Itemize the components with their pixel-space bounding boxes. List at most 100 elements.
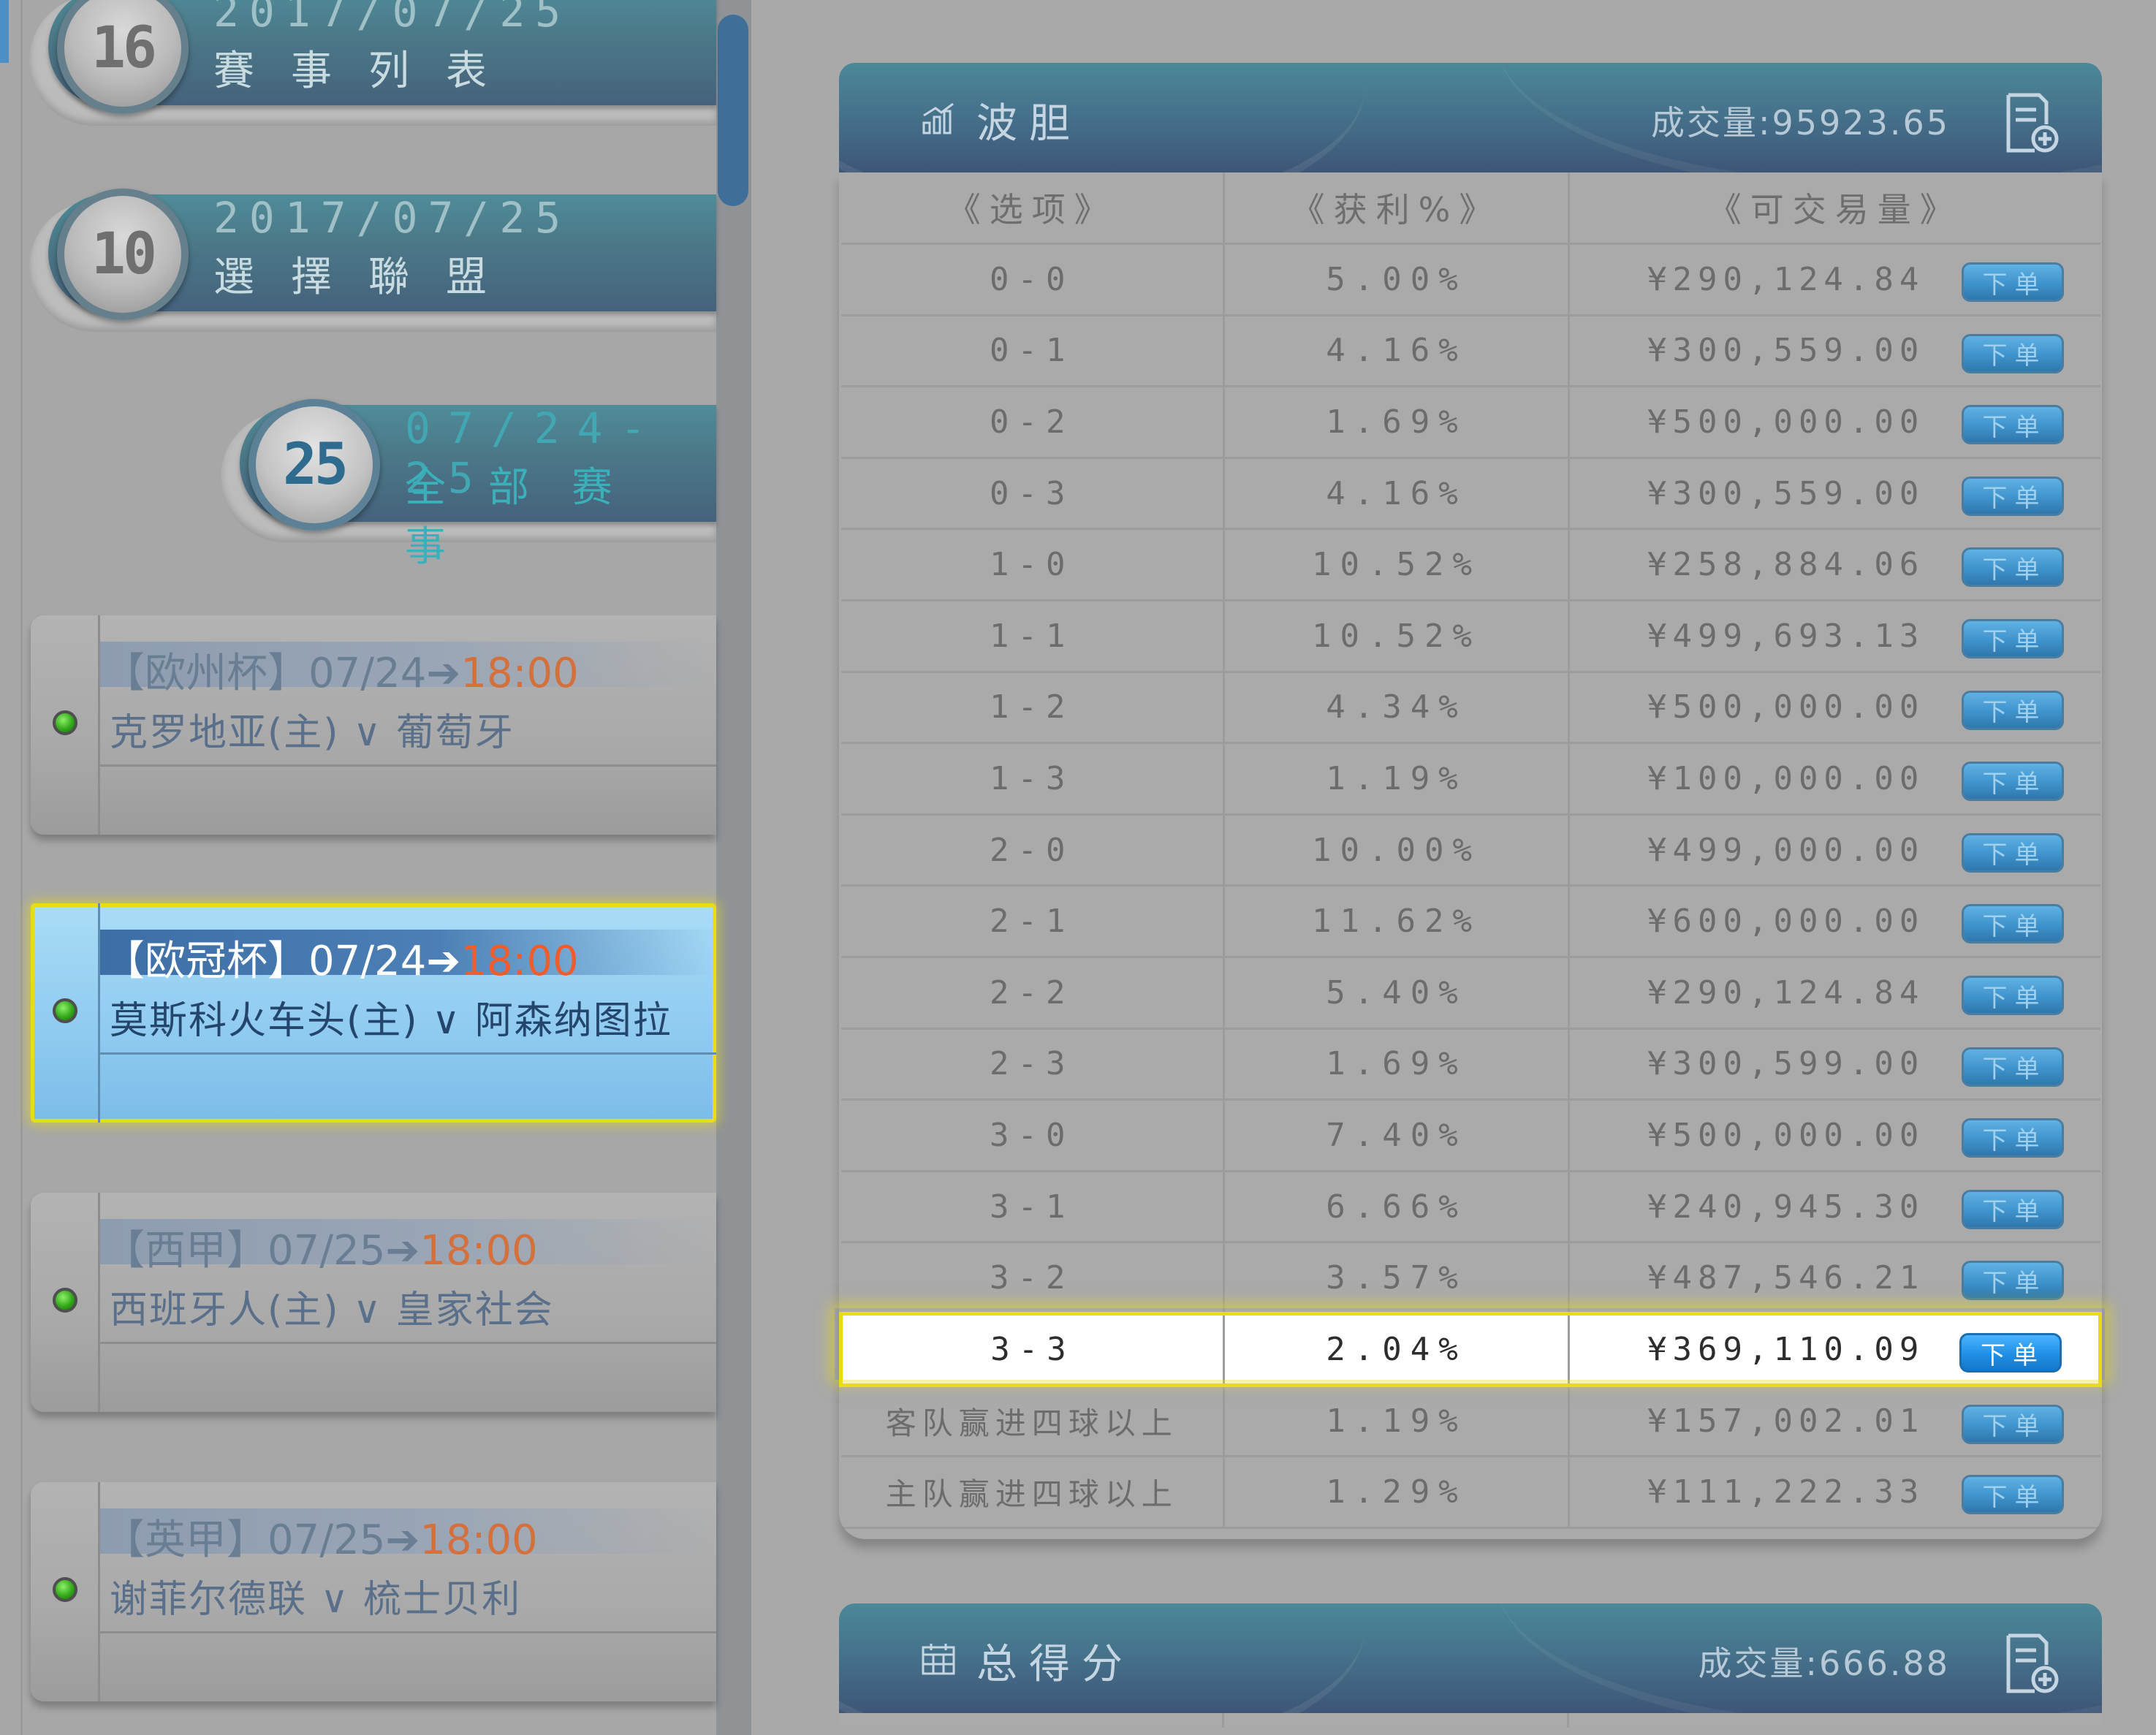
- table-row[interactable]: 1-0 10.52% ¥258,884.06 下单: [840, 528, 2100, 602]
- tradable-volume: ¥290,124.84: [1647, 973, 1925, 1011]
- panel-title: 波胆: [976, 100, 1082, 148]
- add-document-icon[interactable]: [2003, 92, 2060, 153]
- tradable-volume: ¥300,599.00: [1647, 1045, 1925, 1083]
- match-teams: 克罗地亚(主) ∨ 葡萄牙: [110, 711, 515, 755]
- status-dot-icon: [53, 1288, 77, 1313]
- table-header-row: 《选项》 《获利%》 《可交易量》: [840, 172, 2100, 246]
- scrollbar-thumb[interactable]: [718, 15, 748, 206]
- profit-percent: 1.19%: [1223, 1385, 1570, 1458]
- tradable-volume-cell: ¥600,000.00 下单: [1568, 885, 2100, 959]
- panel-volume: 成交量:95923.65: [1651, 103, 1950, 143]
- column-header-option: 《选项》: [840, 172, 1225, 246]
- table-row[interactable]: 1-1 10.52% ¥499,693.13 下单: [840, 600, 2100, 673]
- tradable-volume: ¥290,124.84: [1647, 260, 1925, 298]
- sidebar-tick: [0, 0, 9, 63]
- score-option: 客队赢进四球以上: [840, 1385, 1225, 1458]
- pill-date: 2017/07/25: [213, 0, 572, 37]
- match-teams: 西班牙人(主) ∨ 皇家社会: [110, 1288, 554, 1332]
- profit-percent: 5.40%: [1223, 957, 1570, 1030]
- profit-percent: 6.66%: [1223, 1171, 1570, 1244]
- match-time: 18:00: [420, 1227, 538, 1275]
- place-order-button[interactable]: 下单: [1961, 547, 2064, 588]
- pill-match-list[interactable]: 16 2017/07/25 賽事列表: [29, 0, 716, 126]
- place-order-button[interactable]: 下单: [1961, 1047, 2064, 1087]
- match-card[interactable]: 【西甲】07/25➔18:00 西班牙人(主) ∨ 皇家社会: [31, 1193, 716, 1412]
- profit-percent: 11.62%: [1223, 885, 1570, 959]
- table-row[interactable]: 主队赢进四球以上 1.29% ¥111,222.33 下单: [840, 1456, 2100, 1529]
- table-row[interactable]: 客队赢进四球以上 1.19% ¥157,002.01 下单: [840, 1385, 2100, 1458]
- table-row[interactable]: 3-1 6.66% ¥240,945.30 下单: [840, 1171, 2100, 1244]
- profit-percent: 3.57%: [1223, 1242, 1570, 1315]
- scrollbar-track[interactable]: [716, 0, 751, 1735]
- place-order-button[interactable]: 下单: [1961, 762, 2064, 802]
- place-order-button[interactable]: 下单: [1961, 1189, 2064, 1229]
- place-order-button[interactable]: 下单: [1961, 619, 2064, 659]
- pill-title: 全部赛事: [405, 464, 655, 571]
- place-order-button[interactable]: 下单: [1961, 333, 2064, 373]
- table-row[interactable]: 0-1 4.16% ¥300,559.00 下单: [840, 315, 2100, 388]
- place-order-button[interactable]: 下单: [1961, 262, 2064, 303]
- table-row[interactable]: 3-2 3.57% ¥487,546.21 下单: [840, 1242, 2100, 1315]
- odds-table: 《选项》 《获利%》 《可交易量》 0-0 5.00% ¥290,124.84 下单 0…: [839, 172, 2102, 1529]
- score-option: 2-1: [840, 885, 1225, 959]
- score-option: 0-0: [840, 243, 1225, 316]
- score-option: 1-2: [840, 672, 1225, 745]
- tradable-volume-cell: ¥500,000.00 下单: [1568, 672, 2100, 745]
- table-row[interactable]: 3-0 7.40% ¥500,000.00 下单: [840, 1099, 2100, 1172]
- tradable-volume: ¥157,002.01: [1647, 1402, 1925, 1440]
- table-row[interactable]: 2-0 10.00% ¥499,000.00 下单: [840, 814, 2100, 887]
- match-card-selected[interactable]: 【欧冠杯】07/24➔18:00 莫斯科火车头(主) ∨ 阿森纳图拉: [31, 903, 716, 1123]
- correct-score-panel: 波胆 成交量:95923.65 《选项》 《获利%》 《可交易量》 0-0 5.0…: [839, 63, 2102, 1539]
- count-badge: 10: [57, 189, 189, 320]
- match-league: 【西甲】07/25➔18:00: [104, 1227, 538, 1275]
- place-order-button[interactable]: 下单: [1959, 1333, 2062, 1373]
- score-option: 3-1: [840, 1171, 1225, 1244]
- add-document-icon[interactable]: [2003, 1633, 2060, 1694]
- pill-select-league[interactable]: 10 2017/07/25 選擇聯盟: [29, 189, 716, 332]
- profit-percent: 7.40%: [1223, 1099, 1570, 1172]
- table-row[interactable]: 0-2 1.69% ¥500,000.00 下单: [840, 386, 2100, 459]
- score-option: 1-0: [840, 528, 1225, 602]
- tradable-volume: ¥369,110.09: [1647, 1330, 1925, 1368]
- table-row[interactable]: 0-3 4.16% ¥300,559.00 下单: [840, 458, 2100, 531]
- place-order-button[interactable]: 下单: [1961, 405, 2064, 445]
- tradable-volume-cell: ¥100,000.00 下单: [1568, 743, 2100, 816]
- place-order-button[interactable]: 下单: [1961, 904, 2064, 944]
- tradable-volume-cell: ¥500,000.00 下单: [1568, 1099, 2100, 1172]
- table-row[interactable]: 2-2 5.40% ¥290,124.84 下单: [840, 957, 2100, 1030]
- match-card[interactable]: 【欧州杯】07/24➔18:00 克罗地亚(主) ∨ 葡萄牙: [31, 615, 716, 835]
- place-order-button[interactable]: 下单: [1961, 976, 2064, 1016]
- table-row[interactable]: 2-1 11.62% ¥600,000.00 下单: [840, 885, 2100, 959]
- place-order-button[interactable]: 下单: [1961, 1404, 2064, 1444]
- pill-all-matches[interactable]: 25 07/24-25 全部赛事: [221, 399, 716, 571]
- table-row-selected[interactable]: 3-3 2.04% ¥369,110.09 下单: [839, 1312, 2102, 1387]
- panel-header: 波胆 成交量:95923.65: [839, 63, 2102, 172]
- match-league: 【欧冠杯】07/24➔18:00: [104, 938, 579, 985]
- panel-title: 总得分: [976, 1641, 1134, 1688]
- score-option: 2-0: [840, 814, 1225, 887]
- profit-percent: 10.52%: [1223, 528, 1570, 602]
- tradable-volume: ¥487,546.21: [1647, 1258, 1925, 1296]
- count-badge: 16: [57, 0, 189, 114]
- table-row[interactable]: 2-3 1.69% ¥300,599.00 下单: [840, 1028, 2100, 1101]
- table-row[interactable]: 1-3 1.19% ¥100,000.00 下单: [840, 743, 2100, 816]
- tradable-volume-cell: ¥240,945.30 下单: [1568, 1171, 2100, 1244]
- table-row[interactable]: 0-0 5.00% ¥290,124.84 下单: [840, 243, 2100, 316]
- profit-percent: 2.04%: [1223, 1312, 1570, 1387]
- place-order-button[interactable]: 下单: [1961, 1475, 2064, 1515]
- tradable-volume-cell: ¥487,546.21 下单: [1568, 1242, 2100, 1315]
- panel-header: 总得分 成交量:666.88: [839, 1603, 2102, 1713]
- match-league: 【英甲】07/25➔18:00: [104, 1516, 538, 1564]
- place-order-button[interactable]: 下单: [1961, 690, 2064, 730]
- place-order-button[interactable]: 下单: [1961, 1261, 2064, 1301]
- tradable-volume-cell: ¥290,124.84 下单: [1568, 957, 2100, 1030]
- place-order-button[interactable]: 下单: [1961, 476, 2064, 516]
- place-order-button[interactable]: 下单: [1961, 1118, 2064, 1158]
- tradable-volume-cell: ¥369,110.09 下单: [1568, 1312, 2102, 1387]
- table-row[interactable]: 1-2 4.34% ¥500,000.00 下单: [840, 672, 2100, 745]
- status-dot-icon: [53, 710, 77, 735]
- place-order-button[interactable]: 下单: [1961, 832, 2064, 873]
- profit-percent: 1.69%: [1223, 1028, 1570, 1101]
- match-card[interactable]: 【英甲】07/25➔18:00 谢菲尔德联 ∨ 梳士贝利: [31, 1482, 716, 1701]
- profit-percent: 1.69%: [1223, 386, 1570, 459]
